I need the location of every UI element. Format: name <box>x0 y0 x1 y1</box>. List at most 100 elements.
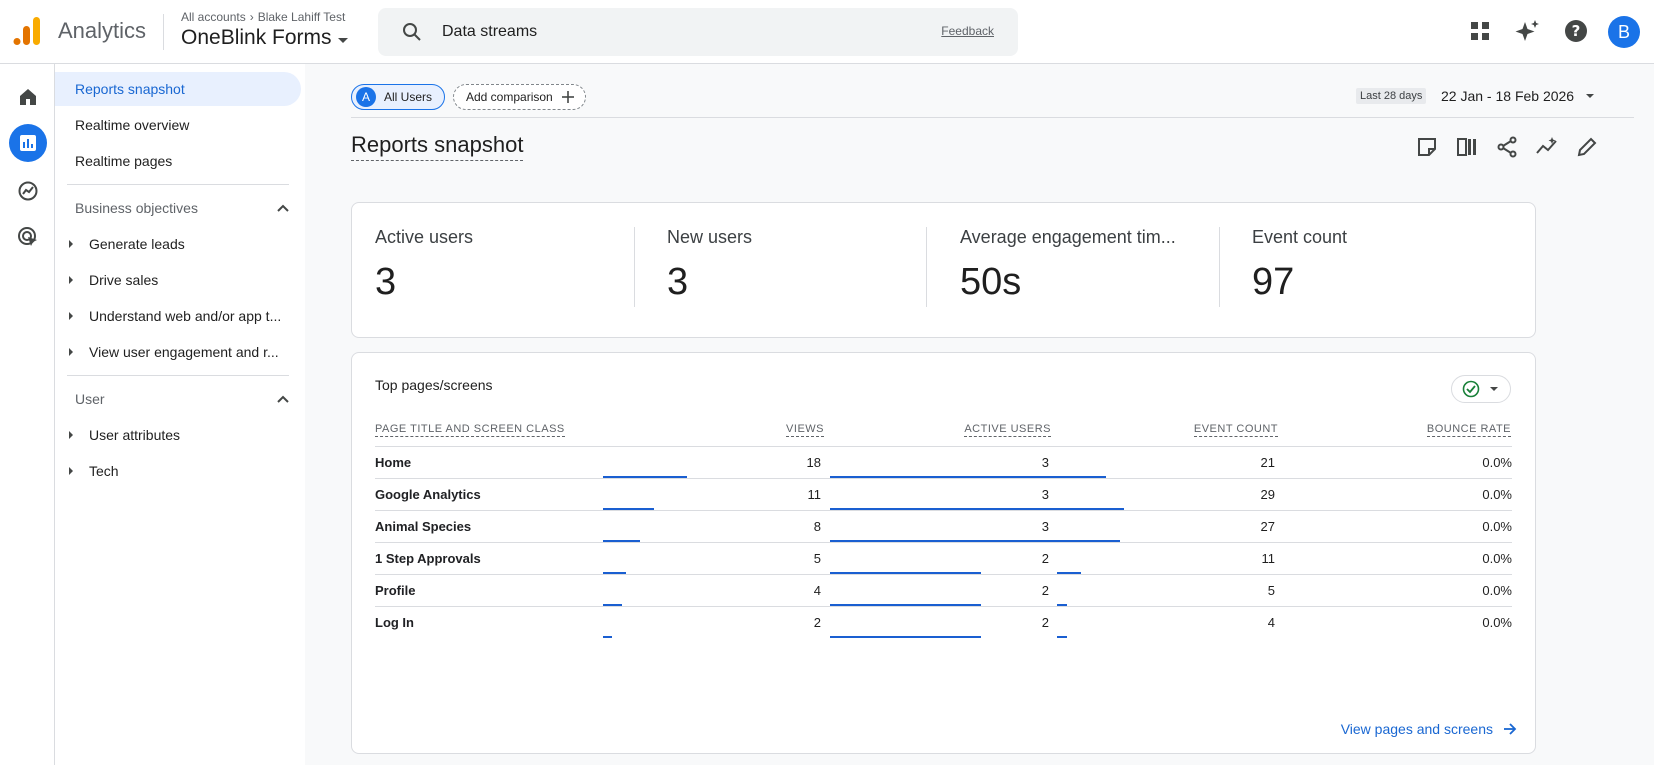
insights-icon[interactable] <box>1536 136 1558 158</box>
expand-arrow-icon <box>69 431 73 439</box>
active-users-bar <box>830 604 981 606</box>
chevron-up-icon[interactable] <box>277 395 289 403</box>
active-users-bar <box>830 636 981 638</box>
rail-explore-button[interactable] <box>9 172 47 210</box>
rail-advertising-button[interactable] <box>9 218 47 256</box>
reports-icon <box>20 135 36 151</box>
analytics-logo-icon[interactable] <box>13 16 41 46</box>
help-icon[interactable]: ? <box>1563 18 1589 44</box>
nav-section-user[interactable]: User <box>75 386 289 412</box>
nav-section-business-objectives[interactable]: Business objectives <box>75 195 289 221</box>
expand-arrow-icon <box>69 276 73 284</box>
search-input[interactable] <box>440 18 900 46</box>
nav-item-reports-snapshot[interactable]: Reports snapshot <box>55 72 301 106</box>
nav-item-user-attributes[interactable]: User attributes <box>67 420 297 450</box>
event-count-bar-secondary <box>1057 604 1067 606</box>
column-header-event-count[interactable]: EVENT COUNT <box>1193 423 1278 437</box>
active-users-bar <box>830 540 1120 542</box>
metric-divider <box>1219 227 1220 307</box>
cell-views: 4 <box>813 583 821 598</box>
breadcrumb-accounts[interactable]: All accounts <box>181 10 246 24</box>
segment-badge: A <box>356 87 376 107</box>
cell-views: 8 <box>813 519 821 534</box>
breadcrumb[interactable]: All accounts › Blake Lahiff Test <box>181 10 345 24</box>
nav-item-user-engagement[interactable]: View user engagement and r... <box>67 337 297 367</box>
column-header-bounce-rate[interactable]: BOUNCE RATE <box>1426 423 1511 437</box>
metric-value: 97 <box>1252 261 1295 303</box>
segment-label: All Users <box>384 90 433 104</box>
column-header-active-users[interactable]: ACTIVE USERS <box>964 423 1051 437</box>
cell-page-title: Profile <box>375 583 416 598</box>
top-pages-card: Top pages/screens PAGE TITLE AND SCREEN … <box>351 352 1536 754</box>
search-bar[interactable]: Feedback <box>378 8 1018 56</box>
avatar[interactable]: B <box>1608 16 1640 48</box>
add-comparison-label: Add comparison <box>466 90 553 104</box>
property-name: OneBlink Forms <box>181 26 332 49</box>
view-pages-and-screens-link[interactable]: View pages and screens <box>1341 721 1517 737</box>
metric-label: Active users <box>375 227 474 247</box>
column-header-page-title[interactable]: PAGE TITLE AND SCREEN CLASS <box>375 423 565 437</box>
nav-item-generate-leads[interactable]: Generate leads <box>67 229 297 259</box>
reports-nav: Reports snapshot Realtime overview Realt… <box>55 64 305 765</box>
metric-active-users[interactable]: Active users 3 <box>352 203 644 337</box>
share-icon[interactable] <box>1496 136 1518 158</box>
home-icon <box>20 89 36 105</box>
toolbar-divider <box>351 117 1634 118</box>
metric-event-count[interactable]: Event count 97 <box>1229 203 1521 337</box>
metric-divider <box>926 227 927 307</box>
cell-bounce-rate: 0.0% <box>1482 519 1512 534</box>
table-row[interactable]: Log In 2 2 4 0.0% <box>375 607 1512 639</box>
cell-event-count: 4 <box>1267 615 1275 630</box>
table-row[interactable]: Home 18 3 21 0.0% <box>375 447 1512 479</box>
metric-avg-engagement-time[interactable]: Average engagement tim... 50s <box>937 203 1229 337</box>
nav-item-tech[interactable]: Tech <box>67 456 297 486</box>
views-bar <box>603 636 613 638</box>
cell-views: 11 <box>807 487 822 502</box>
property-selector[interactable]: OneBlink Forms <box>181 26 348 50</box>
cell-active-users: 3 <box>1041 519 1049 534</box>
nav-item-understand-traffic[interactable]: Understand web and/or app t... <box>67 301 297 331</box>
date-range-picker[interactable]: 22 Jan - 18 Feb 2026 <box>1441 88 1595 104</box>
table-row[interactable]: Animal Species 8 3 27 0.0% <box>375 511 1512 543</box>
rail-reports-button[interactable] <box>9 124 47 162</box>
top-app-bar: Analytics All accounts › Blake Lahiff Te… <box>0 0 1654 64</box>
nav-item-realtime-overview[interactable]: Realtime overview <box>55 108 301 142</box>
metric-label: Event count <box>1252 227 1348 247</box>
cell-event-count: 21 <box>1260 455 1275 470</box>
caret-down-icon <box>337 37 348 43</box>
note-icon[interactable] <box>1416 136 1438 158</box>
add-comparison-button[interactable]: Add comparison <box>453 84 586 110</box>
chevron-up-icon[interactable] <box>277 204 289 212</box>
svg-text:?: ? <box>1572 22 1581 40</box>
rail-home-button[interactable] <box>9 78 47 116</box>
cell-bounce-rate: 0.0% <box>1482 551 1512 566</box>
expand-arrow-icon <box>69 467 73 475</box>
views-bar <box>603 572 627 574</box>
cell-page-title: 1 Step Approvals <box>375 551 481 566</box>
segment-chip-all-users[interactable]: A All Users <box>351 84 446 110</box>
sparkle-icon[interactable] <box>1515 18 1541 44</box>
metric-new-users[interactable]: New users 3 <box>644 203 936 337</box>
table-row[interactable]: Profile 4 2 5 0.0% <box>375 575 1512 607</box>
table-row[interactable]: 1 Step Approvals 5 2 11 0.0% <box>375 543 1512 575</box>
compare-icon[interactable] <box>1456 136 1478 158</box>
cell-active-users: 2 <box>1041 551 1049 566</box>
breadcrumb-account[interactable]: Blake Lahiff Test <box>258 10 346 24</box>
cell-page-title: Google Analytics <box>375 487 481 502</box>
explore-icon <box>18 181 38 201</box>
cell-bounce-rate: 0.0% <box>1482 615 1512 630</box>
feedback-link[interactable]: Feedback <box>941 24 994 38</box>
chevron-right-icon: › <box>249 10 254 24</box>
column-header-views[interactable]: VIEWS <box>786 423 824 437</box>
nav-item-realtime-pages[interactable]: Realtime pages <box>55 144 301 178</box>
cell-views: 18 <box>806 455 821 470</box>
expand-arrow-icon <box>69 348 73 356</box>
page-title: Reports snapshot <box>351 132 524 161</box>
data-quality-button[interactable] <box>1451 375 1511 403</box>
nav-item-drive-sales[interactable]: Drive sales <box>67 265 297 295</box>
arrow-right-icon <box>1504 723 1517 735</box>
apps-grid-icon[interactable] <box>1467 18 1493 44</box>
table-row[interactable]: Google Analytics 11 3 29 0.0% <box>375 479 1512 511</box>
cell-page-title: Home <box>375 455 412 470</box>
edit-pencil-icon[interactable] <box>1576 136 1598 158</box>
